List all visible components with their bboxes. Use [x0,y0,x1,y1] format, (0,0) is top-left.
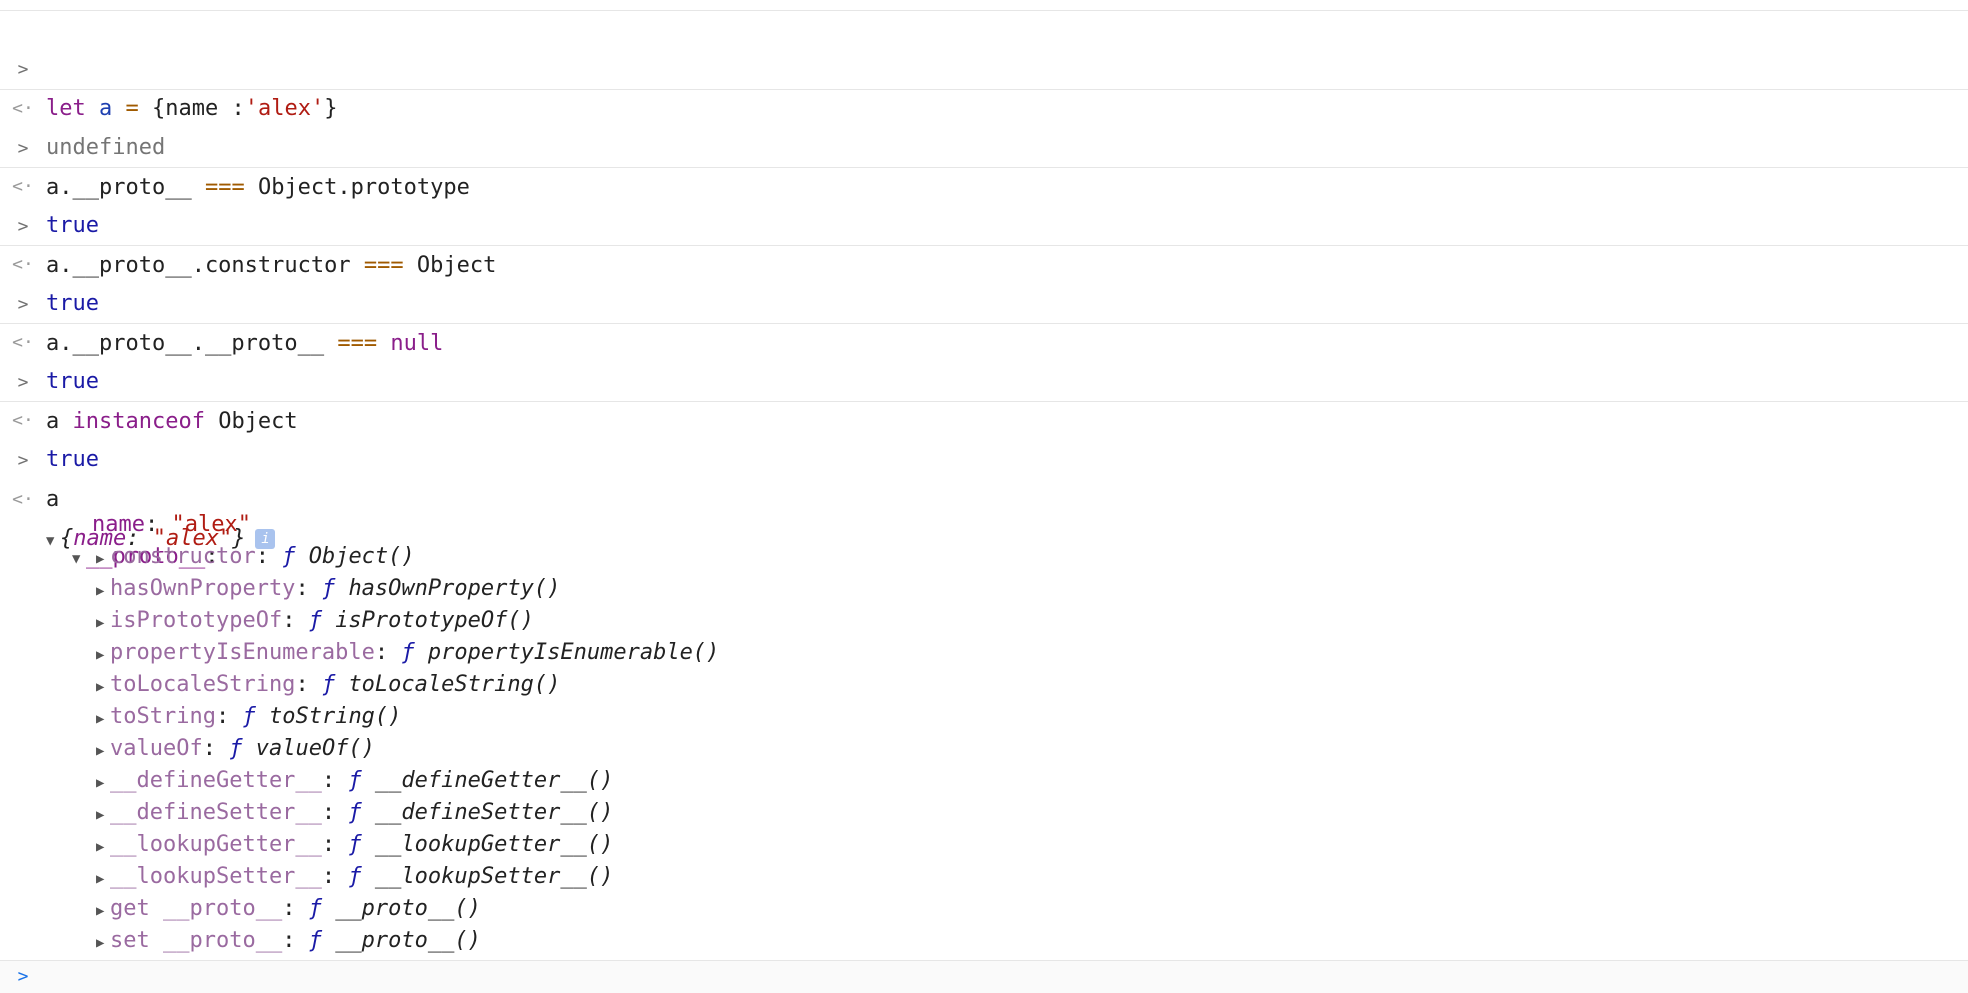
console-output-row: <· true [0,362,1968,472]
proto-item[interactable]: ▶ hasOwnProperty: ƒ hasOwnProperty() [0,573,1968,605]
proto-item[interactable]: ▶ constructor: ƒ Object() [0,541,1968,573]
collapsed-triangle-icon[interactable]: ▶ [96,639,110,671]
collapsed-triangle-icon[interactable]: ▶ [96,543,110,575]
function-marker-icon: ƒ [348,864,362,889]
console-input-row[interactable]: > a.__proto__ === Object.prototype [0,89,1968,200]
function-marker-icon: ƒ [308,896,322,921]
proto-item-key: set __proto__ [110,928,283,953]
function-marker-icon: ƒ [348,832,362,857]
proto-item-fn: propertyIsEnumerable() [427,640,720,665]
collapsed-triangle-icon[interactable]: ▶ [96,895,110,927]
proto-item-fn: valueOf() [255,736,375,761]
proto-item-fn: __lookupSetter__() [374,864,614,889]
proto-item-key: isPrototypeOf [110,608,283,633]
proto-item-fn: __proto__() [335,896,481,921]
proto-node[interactable]: ▼ __proto__: [0,509,1968,569]
function-marker-icon: ƒ [229,736,243,761]
proto-item-key: toLocaleString [110,672,296,697]
collapsed-triangle-icon[interactable]: ▶ [96,703,110,735]
collapsed-triangle-icon[interactable]: ▶ [96,799,110,831]
collapsed-triangle-icon[interactable]: ▶ [96,607,110,639]
function-marker-icon: ƒ [321,576,336,601]
proto-item-fn: __lookupGetter__() [374,832,614,857]
function-marker-icon: ƒ [321,672,336,697]
proto-item[interactable]: ▶ __defineSetter__: ƒ __defineSetter__() [0,797,1968,829]
console-output-row: <· true [0,128,1968,238]
proto-item-key: __defineSetter__ [110,800,322,825]
console-input-row[interactable]: > a [0,401,1968,512]
proto-item-key: hasOwnProperty [110,576,296,601]
collapsed-triangle-icon[interactable]: ▶ [96,863,110,895]
proto-item[interactable]: ▶ get __proto__: ƒ __proto__() [0,893,1968,925]
proto-item[interactable]: ▶ propertyIsEnumerable: ƒ propertyIsEnume… [0,637,1968,669]
collapsed-triangle-icon[interactable]: ▶ [96,767,110,799]
proto-item-fn: Object() [308,544,415,569]
function-marker-icon: ƒ [308,608,322,633]
proto-item[interactable]: ▶ toString: ƒ toString() [0,701,1968,733]
proto-item-fn: hasOwnProperty() [348,576,561,601]
collapsed-triangle-icon[interactable]: ▶ [96,831,110,863]
function-marker-icon: ƒ [348,768,362,793]
proto-item-fn: isPrototypeOf() [335,608,534,633]
collapsed-triangle-icon[interactable]: ▶ [96,927,110,959]
proto-item-key: __lookupSetter__ [110,864,322,889]
console-output-row: <· undefined [0,50,1968,160]
proto-item-fn: toLocaleString() [348,672,561,697]
prompt-caret-icon: > [17,966,29,987]
proto-item-fn: __defineGetter__() [374,768,614,793]
console-input-row[interactable]: > let a = {name :'alex'} [0,11,1968,121]
console-input-row[interactable]: > a.__proto__.__proto__ === null [0,245,1968,356]
proto-item[interactable]: ▶ toLocaleString: ƒ toLocaleString() [0,669,1968,701]
console-input-row[interactable]: > a.__proto__.constructor === Object [0,167,1968,278]
function-marker-icon: ƒ [401,640,415,665]
console-input-row[interactable]: > a instanceof Object [0,323,1968,434]
console-prompt[interactable]: > [0,960,1968,993]
function-marker-icon: ƒ [308,928,322,953]
console-output-row[interactable]: <· ▼ {name: "alex"} i [0,441,1968,551]
proto-item-key: get __proto__ [110,896,283,921]
collapsed-triangle-icon[interactable]: ▶ [96,735,110,767]
function-marker-icon: ƒ [282,544,296,569]
console-output-row: <· true [0,206,1968,316]
proto-item-fn: __proto__() [335,928,481,953]
proto-item-key: __defineGetter__ [110,768,322,793]
proto-item-key: propertyIsEnumerable [110,640,375,665]
proto-item-key: constructor [110,544,256,569]
own-property: name: "alex" [92,512,251,537]
collapsed-triangle-icon[interactable]: ▶ [96,575,110,607]
proto-item-fn: __defineSetter__() [374,800,614,825]
proto-item[interactable]: ▶ isPrototypeOf: ƒ isPrototypeOf() [0,605,1968,637]
proto-item[interactable]: ▶ __lookupSetter__: ƒ __lookupSetter__() [0,861,1968,893]
function-marker-icon: ƒ [242,704,256,729]
proto-item-fn: toString() [268,704,402,729]
proto-item[interactable]: ▶ valueOf: ƒ valueOf() [0,733,1968,765]
proto-item-key: __lookupGetter__ [110,832,322,857]
proto-item[interactable]: ▶ __defineGetter__: ƒ __defineGetter__() [0,765,1968,797]
proto-item-key: toString [110,704,216,729]
function-marker-icon: ƒ [348,800,362,825]
proto-item[interactable]: ▶ __lookupGetter__: ƒ __lookupGetter__() [0,829,1968,861]
console-output-row: <· true [0,284,1968,394]
proto-item-key: valueOf [110,736,203,761]
proto-item[interactable]: ▶ set __proto__: ƒ __proto__() [0,925,1968,957]
collapsed-triangle-icon[interactable]: ▶ [96,671,110,703]
